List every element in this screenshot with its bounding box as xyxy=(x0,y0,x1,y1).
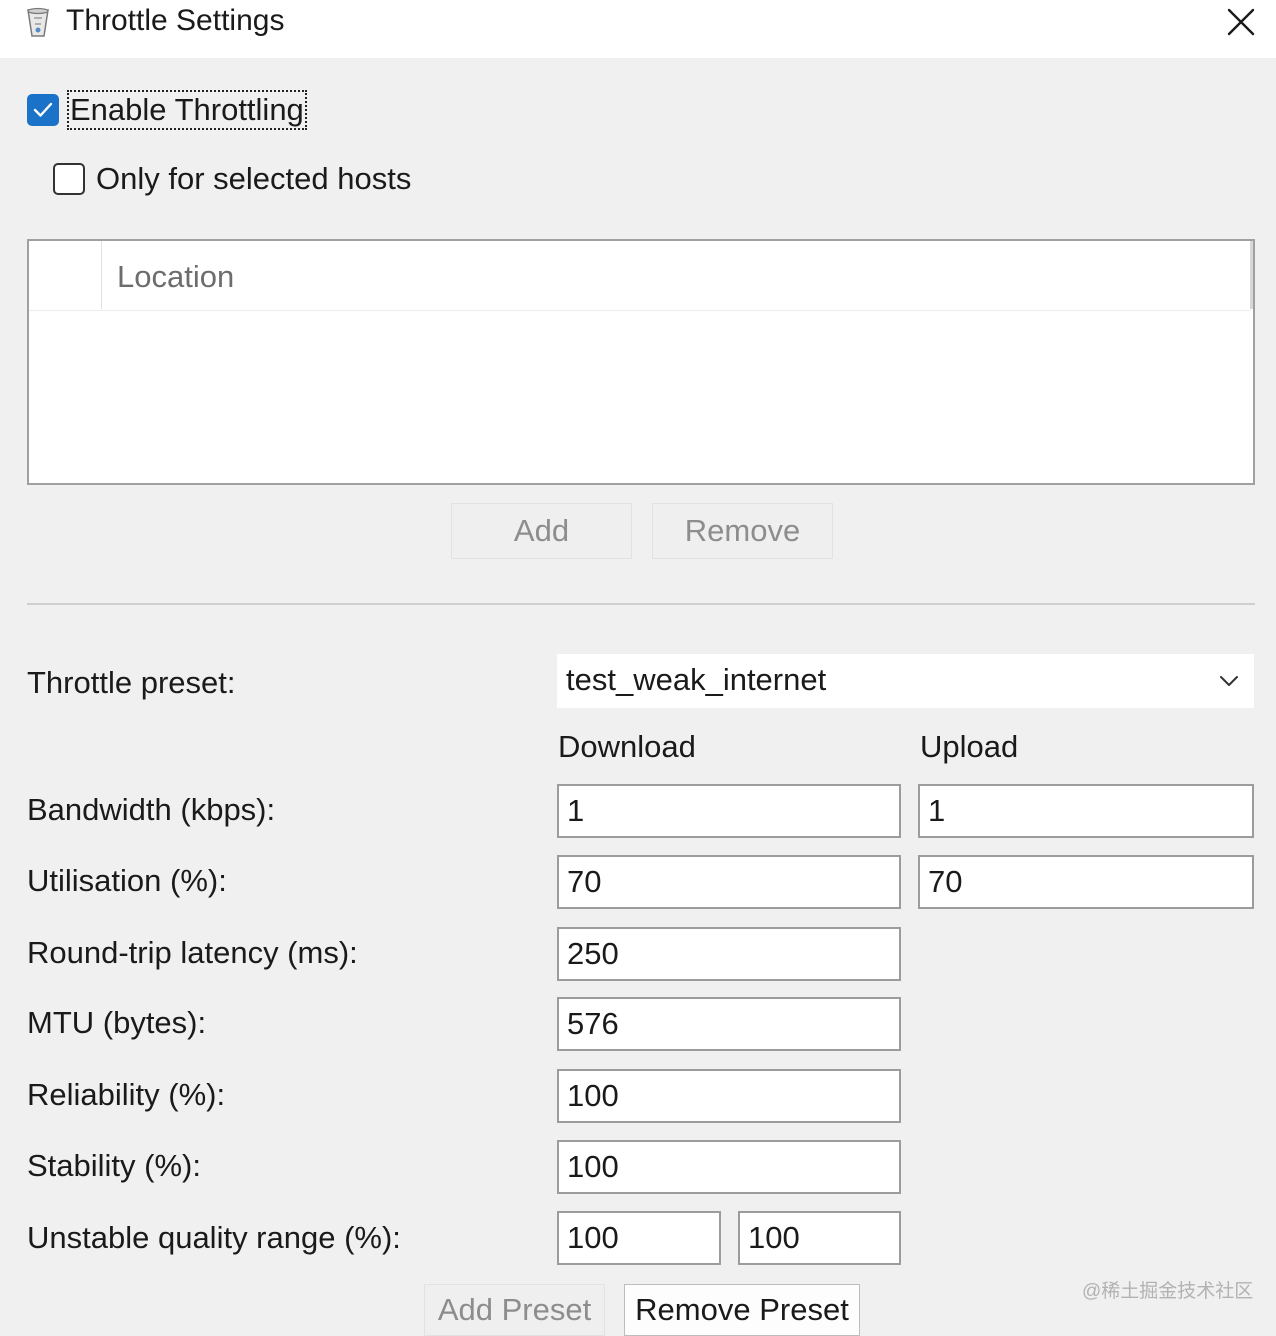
upload-column-header: Upload xyxy=(920,729,1019,764)
checkmark-icon xyxy=(33,102,53,117)
hosts-table-header: Location xyxy=(29,241,1253,311)
app-icon xyxy=(27,7,49,37)
reliability-input[interactable]: 100 xyxy=(557,1069,901,1123)
window-title: Throttle Settings xyxy=(66,4,285,37)
only-selected-hosts-checkbox[interactable] xyxy=(53,163,85,195)
reliability-label: Reliability (%): xyxy=(27,1077,226,1112)
latency-input[interactable]: 250 xyxy=(557,927,901,981)
add-preset-button[interactable]: Add Preset xyxy=(424,1284,605,1336)
watermark: @稀土掘金技术社区 xyxy=(1082,1281,1254,1302)
mtu-label: MTU (bytes): xyxy=(27,1005,207,1040)
bandwidth-upload-input[interactable]: 1 xyxy=(918,784,1254,838)
bandwidth-label: Bandwidth (kbps): xyxy=(27,792,276,827)
header-right-edge xyxy=(1250,241,1253,309)
chevron-down-icon xyxy=(1220,676,1238,686)
header-column-separator xyxy=(101,241,102,309)
download-column-header: Download xyxy=(558,729,696,764)
remove-preset-button[interactable]: Remove Preset xyxy=(624,1284,860,1336)
close-button[interactable] xyxy=(1214,0,1268,44)
close-icon xyxy=(1227,8,1255,36)
enable-throttling-label[interactable]: Enable Throttling xyxy=(67,90,307,130)
throttle-preset-dropdown[interactable]: test_weak_internet xyxy=(557,654,1254,708)
unstable-range-max-input[interactable]: 100 xyxy=(738,1211,901,1265)
throttle-preset-label: Throttle preset: xyxy=(27,665,236,700)
title-bar: Throttle Settings xyxy=(0,0,1276,58)
enable-throttling-checkbox[interactable] xyxy=(27,94,59,126)
add-host-button[interactable]: Add xyxy=(451,503,632,559)
location-column-header[interactable]: Location xyxy=(117,259,234,295)
utilisation-upload-input[interactable]: 70 xyxy=(918,855,1254,909)
unstable-range-label: Unstable quality range (%): xyxy=(27,1220,401,1255)
stability-label: Stability (%): xyxy=(27,1148,201,1183)
utilisation-download-input[interactable]: 70 xyxy=(557,855,901,909)
stability-input[interactable]: 100 xyxy=(557,1140,901,1194)
bandwidth-download-input[interactable]: 1 xyxy=(557,784,901,838)
mtu-input[interactable]: 576 xyxy=(557,997,901,1051)
unstable-range-min-input[interactable]: 100 xyxy=(557,1211,721,1265)
only-selected-hosts-label[interactable]: Only for selected hosts xyxy=(96,161,411,197)
section-divider xyxy=(27,603,1255,605)
latency-label: Round-trip latency (ms): xyxy=(27,935,358,970)
remove-host-button[interactable]: Remove xyxy=(652,503,833,559)
hosts-table[interactable]: Location xyxy=(27,239,1255,485)
utilisation-label: Utilisation (%): xyxy=(27,863,227,898)
throttle-preset-value: test_weak_internet xyxy=(566,662,827,697)
